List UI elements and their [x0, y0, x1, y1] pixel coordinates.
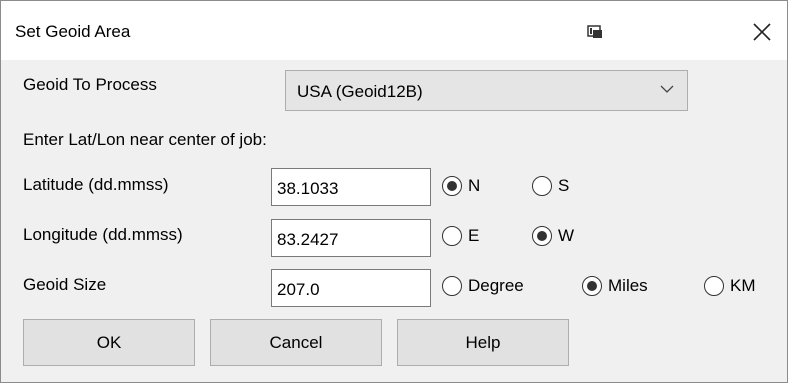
geoid-label: Geoid To Process [23, 75, 157, 94]
cancel-button[interactable]: Cancel [210, 319, 382, 366]
radio-circle [704, 276, 724, 296]
radio-circle [442, 176, 462, 196]
longitude-w-radio[interactable]: W [532, 223, 574, 249]
title-bar[interactable]: Set Geoid Area [1, 1, 787, 60]
close-icon[interactable] [749, 19, 775, 45]
longitude-w-label: W [558, 226, 575, 245]
radio-circle [442, 276, 462, 296]
geoid-select-value: USA (Geoid12B) [297, 82, 423, 101]
radio-circle [582, 276, 602, 296]
latitude-s-radio[interactable]: S [532, 173, 569, 199]
size-degree-radio[interactable]: Degree [442, 273, 524, 299]
window-title: Set Geoid Area [15, 22, 131, 41]
geoid-size-label: Geoid Size [23, 275, 107, 294]
geoid-size-input[interactable]: 207.0 [271, 269, 431, 307]
radio-selected-dot [537, 231, 547, 241]
longitude-e-radio[interactable]: E [442, 223, 479, 249]
radio-selected-dot [587, 281, 597, 291]
latitude-s-label: S [558, 176, 570, 195]
size-degree-label: Degree [468, 276, 524, 295]
latitude-n-label: N [468, 176, 481, 195]
radio-circle [442, 226, 462, 246]
pin-icon[interactable] [587, 25, 603, 39]
set-geoid-area-dialog: Set Geoid Area Geoid To Process USA (Geo… [0, 0, 788, 383]
geoid-select[interactable]: USA (Geoid12B) [285, 70, 688, 111]
help-button[interactable]: Help [397, 319, 569, 366]
chevron-down-icon [660, 85, 674, 93]
longitude-input[interactable]: 83.2427 [271, 219, 431, 257]
size-km-radio[interactable]: KM [704, 273, 756, 299]
ok-button[interactable]: OK [23, 319, 195, 366]
size-miles-radio[interactable]: Miles [582, 273, 648, 299]
radio-selected-dot [447, 181, 457, 191]
longitude-label: Longitude (dd.mmss) [23, 225, 183, 244]
size-km-label: KM [730, 276, 756, 295]
longitude-e-label: E [468, 226, 480, 245]
latitude-n-radio[interactable]: N [442, 173, 480, 199]
radio-circle [532, 176, 552, 196]
size-miles-label: Miles [608, 276, 648, 295]
latitude-input[interactable]: 38.1033 [271, 168, 431, 206]
latitude-label: Latitude (dd.mmss) [23, 175, 169, 194]
radio-circle [532, 226, 552, 246]
instruction-text: Enter Lat/Lon near center of job: [23, 130, 267, 149]
